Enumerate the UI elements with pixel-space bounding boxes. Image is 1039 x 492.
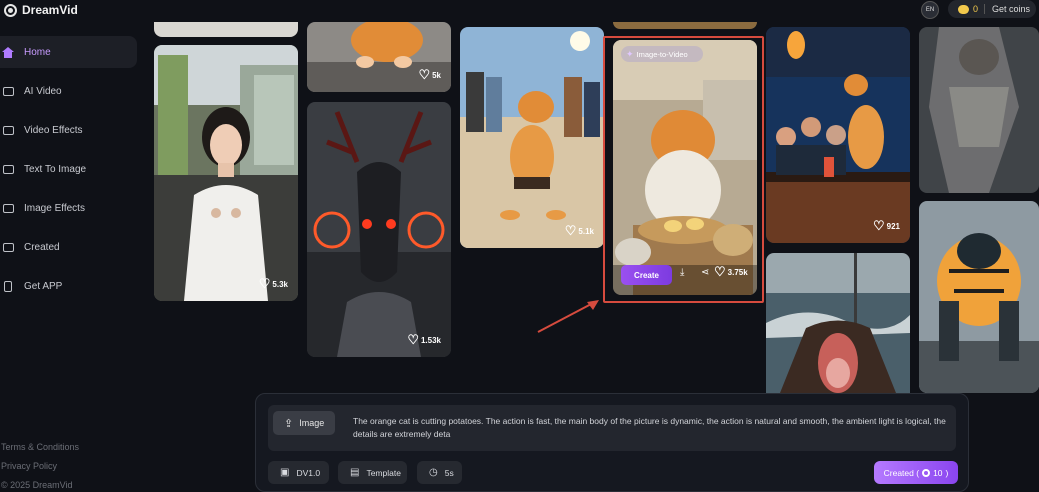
privacy-link[interactable]: Privacy Policy — [1, 461, 57, 471]
duration-selector[interactable]: ◷ 5s — [417, 461, 462, 484]
coin-icon — [922, 468, 931, 477]
feed-card[interactable] — [766, 253, 910, 403]
sidebar-item-ai-video[interactable]: AI Video — [0, 75, 137, 107]
home-icon — [2, 46, 14, 58]
card-image-woman-train — [154, 45, 298, 301]
sidebar-item-created[interactable]: Created — [0, 231, 137, 263]
likes-counter[interactable]: ♡ 3.75k — [714, 264, 748, 279]
generate-button[interactable]: Created ( 10 ) — [874, 461, 958, 484]
image-to-video-badge: ✦ Image-to-Video — [621, 46, 703, 62]
feed-card[interactable]: ♡ 921 — [766, 27, 910, 243]
text-to-image-icon — [2, 164, 14, 175]
card-image-warrior — [919, 27, 1039, 193]
heart-icon: ♡ — [407, 332, 419, 347]
download-icon[interactable]: ⤓ — [680, 267, 684, 278]
likes-counter[interactable]: ♡ 1.53k — [407, 332, 441, 347]
likes-counter[interactable]: ♡ 5k — [418, 67, 441, 82]
template-icon: ▤ — [350, 467, 360, 478]
prompt-input[interactable]: The orange cat is cutting potatoes. The … — [353, 415, 951, 441]
image-effects-icon — [2, 203, 14, 214]
upload-image-button[interactable]: ⇪ Image — [273, 411, 335, 435]
top-bar: DreamVid EN 0 Get coins — [0, 0, 1039, 22]
likes-counter[interactable]: ♡ 5.1k — [564, 223, 594, 238]
copyright: © 2025 DreamVid — [1, 480, 73, 490]
likes-counter[interactable]: ♡ 5.3k — [258, 276, 288, 291]
sidebar-item-get-app[interactable]: Get APP — [0, 270, 137, 302]
feed-card[interactable] — [613, 22, 757, 29]
feed-card[interactable]: ♡ 5.3k — [154, 45, 298, 301]
ai-video-icon — [2, 86, 14, 97]
card-image-dancing-cat — [460, 27, 604, 248]
brand-logo[interactable]: DreamVid — [4, 3, 78, 17]
create-button[interactable]: Create — [621, 265, 672, 285]
terms-link[interactable]: Terms & Conditions — [1, 442, 79, 452]
sidebar: Home AI Video Video Effects Text To Imag… — [0, 22, 145, 492]
upload-icon: ⇪ — [284, 417, 294, 430]
feed-card[interactable] — [919, 201, 1039, 393]
feed-card[interactable]: ♡ 1.53k — [307, 102, 451, 357]
coin-icon — [958, 4, 969, 14]
feed-card[interactable]: ♡ 5.1k — [460, 27, 604, 248]
logo-icon — [4, 3, 17, 17]
sidebar-item-home[interactable]: Home — [0, 36, 137, 68]
coin-balance: 0 — [973, 4, 979, 14]
coins-widget[interactable]: 0 Get coins — [948, 0, 1036, 18]
heart-icon: ♡ — [258, 276, 271, 291]
clock-icon: ◷ — [429, 467, 438, 478]
heart-icon: ♡ — [872, 218, 885, 233]
selection-highlight — [603, 36, 764, 303]
card-image-mech-tiger — [919, 201, 1039, 393]
language-icon[interactable]: EN — [921, 1, 939, 19]
card-image-cat-bar — [766, 27, 910, 243]
divider — [984, 4, 986, 14]
card-image-ship-octopus — [766, 253, 910, 403]
video-effects-icon — [2, 125, 14, 136]
app-window: ♡ 5.3k ♡ 5k ♡ 1.53k ♡ 5.1k ♡ 921 ✦ Image… — [0, 0, 1039, 492]
heart-icon: ♡ — [714, 264, 726, 279]
heart-icon: ♡ — [418, 67, 431, 82]
card-image-cyber-deer — [307, 102, 451, 357]
share-icon[interactable]: ⋖ — [701, 267, 709, 278]
heart-icon: ♡ — [564, 223, 577, 238]
feed-card[interactable] — [154, 22, 298, 37]
wand-icon: ✦ — [626, 48, 634, 59]
get-coins-button[interactable]: Get coins — [992, 4, 1030, 14]
sidebar-item-image-effects[interactable]: Image Effects — [0, 192, 137, 224]
created-icon — [2, 242, 14, 253]
phone-icon — [2, 280, 14, 292]
feed-card[interactable]: ♡ 5k — [307, 22, 451, 92]
template-selector[interactable]: ▤ Template — [338, 461, 407, 484]
likes-counter[interactable]: ♡ 921 — [872, 218, 900, 233]
model-icon: ▣ — [280, 467, 290, 478]
feed-card[interactable] — [919, 27, 1039, 193]
annotation-arrow — [537, 300, 599, 333]
model-selector[interactable]: ▣ DV1.0 — [268, 461, 329, 484]
sidebar-item-text-to-image[interactable]: Text To Image — [0, 153, 137, 185]
sidebar-item-video-effects[interactable]: Video Effects — [0, 114, 137, 146]
